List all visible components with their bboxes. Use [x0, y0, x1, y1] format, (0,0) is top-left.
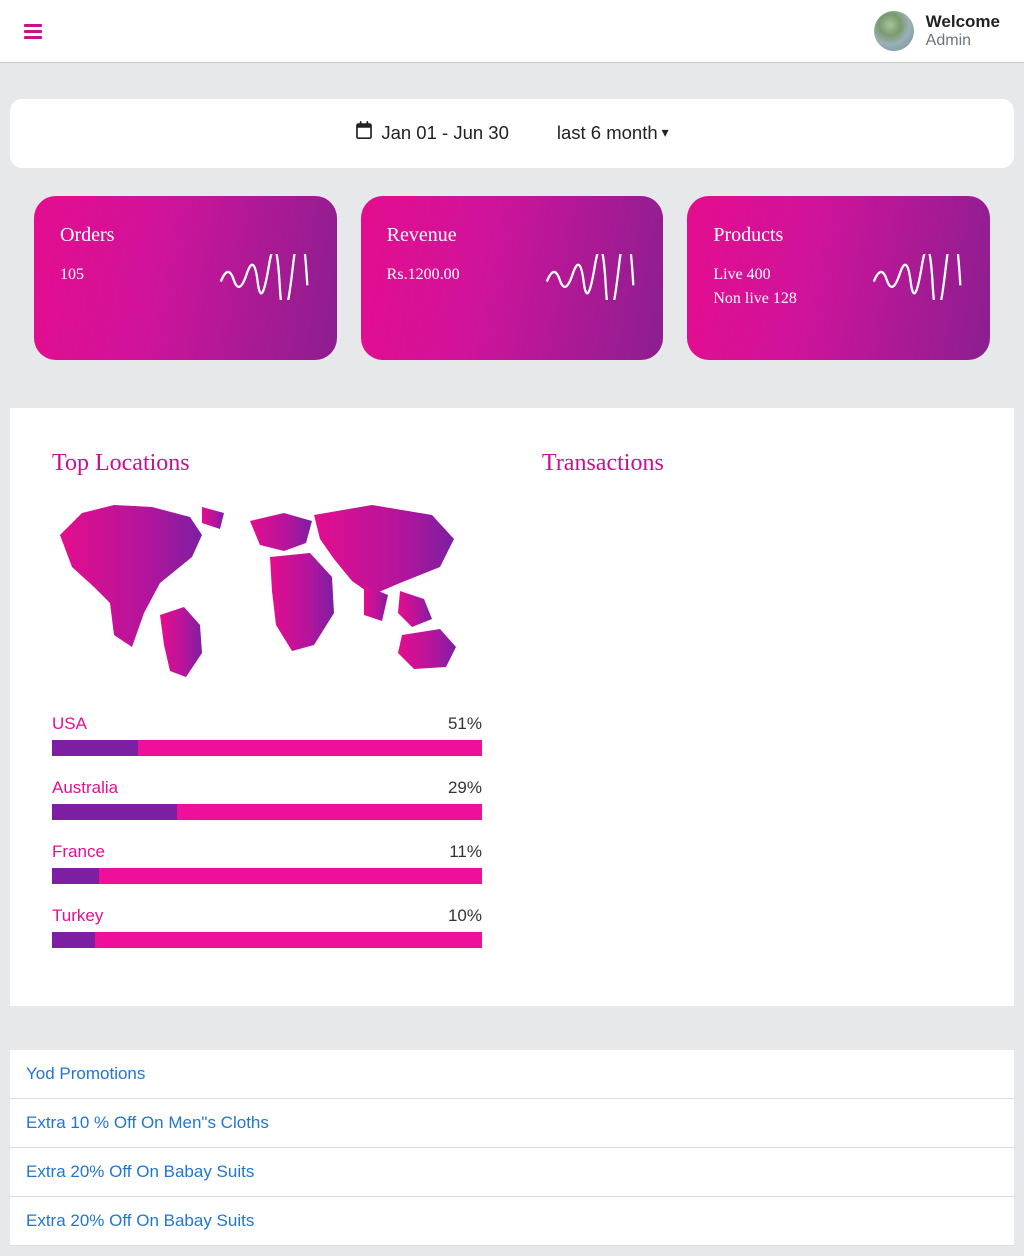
location-percent: 29% — [448, 778, 482, 798]
calendar-icon — [355, 121, 373, 144]
progress-bar — [52, 804, 482, 820]
promo-item: Extra 10 % Off On Men"s Cloths — [10, 1099, 1014, 1148]
location-percent: 10% — [448, 906, 482, 926]
chevron-down-icon: ▾ — [662, 124, 669, 141]
promo-item: Extra 20% Off On Babay Suits — [10, 1197, 1014, 1246]
section-title: Transactions — [542, 450, 972, 477]
location-item: USA 51% — [52, 714, 482, 756]
promo-link[interactable]: Extra 10 % Off On Men"s Cloths — [26, 1113, 269, 1132]
location-percent: 51% — [448, 714, 482, 734]
transactions-section: Transactions — [542, 450, 972, 970]
menu-toggle-icon[interactable] — [24, 24, 42, 39]
location-name[interactable]: Australia — [52, 778, 118, 798]
location-list: USA 51% Australia 29% France 11% — [52, 714, 482, 948]
stat-title: Revenue — [387, 224, 460, 247]
promo-link[interactable]: Extra 20% Off On Babay Suits — [26, 1162, 254, 1181]
period-select[interactable]: last 6 month ▾ — [557, 121, 669, 144]
stat-title: Orders — [60, 224, 114, 247]
avatar — [874, 11, 914, 51]
section-title: Top Locations — [52, 450, 482, 477]
sparkline-icon — [219, 254, 311, 305]
stat-title: Products — [713, 224, 797, 247]
promo-item: Extra 20% Off On Babay Suits — [10, 1148, 1014, 1197]
top-locations-section: Top Locations — [52, 450, 482, 970]
progress-fill — [52, 804, 177, 820]
promo-link[interactable]: Extra 20% Off On Babay Suits — [26, 1211, 254, 1230]
period-label: last 6 month — [557, 122, 658, 144]
stat-card-orders[interactable]: Orders 105 — [34, 196, 337, 360]
progress-fill — [52, 868, 99, 884]
date-range-card: Jan 01 - Jun 30 last 6 month ▾ — [10, 99, 1014, 168]
location-name[interactable]: Turkey — [52, 906, 103, 926]
promotions-list: Yod Promotions Extra 10 % Off On Men"s C… — [10, 1050, 1014, 1246]
world-map — [52, 495, 482, 688]
progress-bar — [52, 740, 482, 756]
progress-fill — [52, 932, 95, 948]
promo-item: Yod Promotions — [10, 1050, 1014, 1099]
stat-value: Rs.1200.00 — [387, 263, 460, 287]
stat-card-products[interactable]: Products Live 400 Non live 128 — [687, 196, 990, 360]
user-area[interactable]: Welcome Admin — [874, 11, 1000, 51]
sparkline-icon — [545, 254, 637, 305]
location-item: Turkey 10% — [52, 906, 482, 948]
location-item: Australia 29% — [52, 778, 482, 820]
stat-card-revenue[interactable]: Revenue Rs.1200.00 — [361, 196, 664, 360]
progress-bar — [52, 932, 482, 948]
location-name[interactable]: USA — [52, 714, 87, 734]
location-item: France 11% — [52, 842, 482, 884]
promo-link[interactable]: Yod Promotions — [26, 1064, 145, 1083]
location-percent: 11% — [449, 842, 482, 862]
user-role: Admin — [926, 32, 1000, 50]
location-name[interactable]: France — [52, 842, 105, 862]
stat-value: 105 — [60, 263, 114, 287]
date-range-text: Jan 01 - Jun 30 — [381, 122, 509, 144]
progress-bar — [52, 868, 482, 884]
welcome-text: Welcome — [926, 12, 1000, 32]
stat-value-line2: Non live 128 — [713, 287, 797, 311]
top-bar: Welcome Admin — [0, 0, 1024, 63]
sparkline-icon — [872, 254, 964, 305]
progress-fill — [52, 740, 138, 756]
stat-value-line1: Live 400 — [713, 263, 797, 287]
